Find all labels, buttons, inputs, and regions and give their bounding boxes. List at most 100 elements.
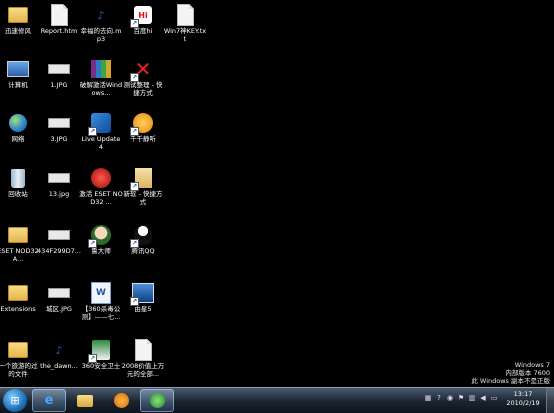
desktop-icon[interactable]: ESET NOD32 A... — [0, 224, 39, 278]
image-file-icon — [48, 282, 70, 304]
system-tray: ▦ ? ◉ ⚑ ▥ ◀ ▭ — [424, 393, 498, 402]
desktop-icon[interactable]: 计算机 — [0, 58, 38, 112]
desktop-icon[interactable]: ↗ 由星5 — [123, 282, 163, 336]
desktop-icon[interactable]: ✕ ↗ 测试整理 - 快捷方式 — [123, 57, 163, 112]
desktop-icon[interactable]: 3.JPG — [39, 112, 79, 166]
desktop-icon[interactable]: 回收站 — [0, 167, 38, 221]
desktop-icon[interactable]: 2008价值上万元的全部... — [121, 339, 165, 393]
battery-icon[interactable]: ▭ — [490, 393, 498, 402]
shortcut-arrow-icon: ↗ — [130, 73, 139, 82]
desktop-icon-label: 【360杀毒公测】——七... — [81, 305, 121, 321]
help-icon[interactable]: ? — [435, 393, 443, 402]
taskbar-media-player-button[interactable] — [104, 389, 138, 412]
red-x-tool-icon: ✕ ↗ — [130, 57, 152, 82]
windows-start-orb-icon[interactable]: ⊞ — [3, 389, 27, 412]
security-icon[interactable]: ◉ — [446, 393, 454, 402]
taskbar-clock[interactable]: 13:17 2010/2/19 — [502, 390, 544, 408]
winrar-archive-icon — [90, 58, 112, 80]
mp3-file-icon: ♪ — [55, 343, 63, 357]
taskbar-360-browser-button[interactable] — [140, 389, 174, 412]
desktop-icon-label: 由星5 — [134, 305, 152, 313]
ludashi-icon: ↗ — [88, 224, 112, 248]
folder-explorer-icon — [77, 394, 93, 407]
desktop-icon-label: 腾讯QQ — [131, 247, 155, 255]
show-desktop-button[interactable] — [546, 388, 554, 413]
desktop-icon[interactable]: 1.JPG — [39, 58, 79, 112]
desktop-icon[interactable]: ↗ 千千静听 — [123, 112, 163, 166]
desktop-icon-label: 激活 ESET NOD32 ... — [79, 190, 123, 206]
desktop-icon-label: 迅速修风 — [5, 27, 31, 35]
desktop-icon-label: the_dawn... — [40, 362, 78, 370]
desktop-icon-label: 434F299D7... — [37, 247, 81, 255]
text-file-icon — [174, 4, 196, 26]
taskbar-internet-explorer-button[interactable]: e — [32, 389, 66, 412]
desktop-icon[interactable]: Hi ↗ 百度hi — [123, 4, 163, 58]
desktop-icon[interactable]: 城区.JPG — [39, 282, 79, 336]
watermark-genuine-notice: 此 Windows 副本不是正版 — [471, 377, 550, 385]
desktop-icon-label: 一个旅游的过的文件 — [0, 362, 38, 378]
desktop-icon-label: Extensions — [0, 305, 36, 313]
eset-icon — [90, 167, 112, 189]
live-update-icon: ↗ — [88, 112, 112, 136]
desktop-icon[interactable]: 一个旅游的过的文件 — [0, 339, 38, 393]
desktop-icon-label: Report.htm — [40, 27, 78, 35]
taskbar-explorer-button[interactable] — [68, 389, 102, 412]
shortcut-arrow-icon: ↗ — [130, 127, 139, 136]
desktop-icon-label: 3.JPG — [50, 135, 68, 143]
desktop-icon-label: 百度hi — [133, 27, 153, 35]
desktop-icon[interactable]: W 【360杀毒公测】——七... — [81, 282, 121, 336]
volume-icon[interactable]: ◀ — [479, 393, 487, 402]
media-player-icon — [113, 393, 129, 408]
shortcut-arrow-icon: ↗ — [130, 182, 139, 191]
desktop-icon[interactable]: ↗ Live Update 4 — [81, 112, 121, 166]
desktop-icon-label: 城区.JPG — [46, 305, 72, 313]
folder-shortcut-icon: ↗ — [130, 167, 154, 191]
qq-penguin-icon: ↗ — [130, 224, 154, 248]
folder-icon — [7, 4, 29, 26]
folder-icon — [7, 282, 29, 304]
desktop-icon[interactable]: Report.htm — [39, 4, 79, 58]
desktop-icon-label: 2008价值上万元的全部... — [121, 362, 165, 378]
desktop-icon[interactable]: ↗ 新软 - 快捷方式 — [123, 167, 163, 221]
computer-icon — [7, 58, 29, 80]
desktop-icon[interactable]: ↗ 鲁大师 — [81, 224, 121, 278]
internet-explorer-icon: e — [44, 393, 54, 408]
desktop-icon[interactable]: ↗ 360安全卫士 — [81, 339, 121, 393]
shortcut-arrow-icon: ↗ — [130, 297, 139, 306]
desktop-icon-label: 1.JPG — [50, 81, 68, 89]
network-icon[interactable]: ▥ — [468, 393, 476, 402]
desktop-icon[interactable]: ↗ 腾讯QQ — [123, 224, 163, 278]
desktop-icon-label: ESET NOD32 A... — [0, 247, 39, 263]
baidu-hi-icon: Hi ↗ — [130, 4, 154, 28]
ttplayer-icon: ↗ — [130, 112, 154, 136]
desktop-icon[interactable]: ♪ the_dawn... — [39, 339, 79, 393]
desktop-icon-label: 测试整理 - 快捷方式 — [123, 81, 163, 97]
desktop-icon[interactable]: Win7神KEY.txt — [164, 4, 206, 58]
360-safe-guard-icon: ↗ — [88, 339, 112, 363]
desktop-icon[interactable]: 破解激活Windows... — [79, 58, 123, 112]
shortcut-arrow-icon: ↗ — [88, 127, 97, 136]
language-icon[interactable]: ▦ — [424, 393, 432, 402]
folder-icon — [7, 339, 29, 361]
folder-icon — [7, 224, 29, 246]
desktop-icon-label: 千千静听 — [130, 135, 156, 143]
desktop-icon-label: 鲁大师 — [91, 247, 111, 255]
taskbar: ⊞ e ▦ ? ◉ ⚑ ▥ ◀ ▭ 13:17 2010/2/19 — [0, 387, 554, 413]
desktop-icon[interactable]: 激活 ESET NOD32 ... — [79, 167, 123, 221]
desktop-icon-label: 13.jpg — [48, 190, 70, 198]
desktop-icon[interactable]: 迅速修风 — [0, 4, 38, 58]
desktop-icon-label: 破解激活Windows... — [79, 81, 123, 97]
desktop-icon-label: 回收站 — [8, 190, 28, 198]
shortcut-arrow-icon: ↗ — [88, 239, 97, 248]
desktop-icon[interactable]: 网络 — [0, 112, 38, 166]
text-file-icon — [132, 339, 154, 361]
image-file-icon — [48, 112, 70, 134]
desktop-icon[interactable]: 13.jpg — [39, 167, 79, 221]
image-file-icon — [48, 167, 70, 189]
flag-icon[interactable]: ⚑ — [457, 393, 465, 402]
desktop-icon[interactable]: Extensions — [0, 282, 38, 336]
word-document-icon: W — [90, 282, 112, 304]
desktop-icon[interactable]: 434F299D7... — [37, 224, 81, 278]
desktop-icon-label: 网络 — [11, 135, 25, 143]
desktop-icon[interactable]: ♪ 幸福的去向.mp3 — [81, 4, 122, 58]
